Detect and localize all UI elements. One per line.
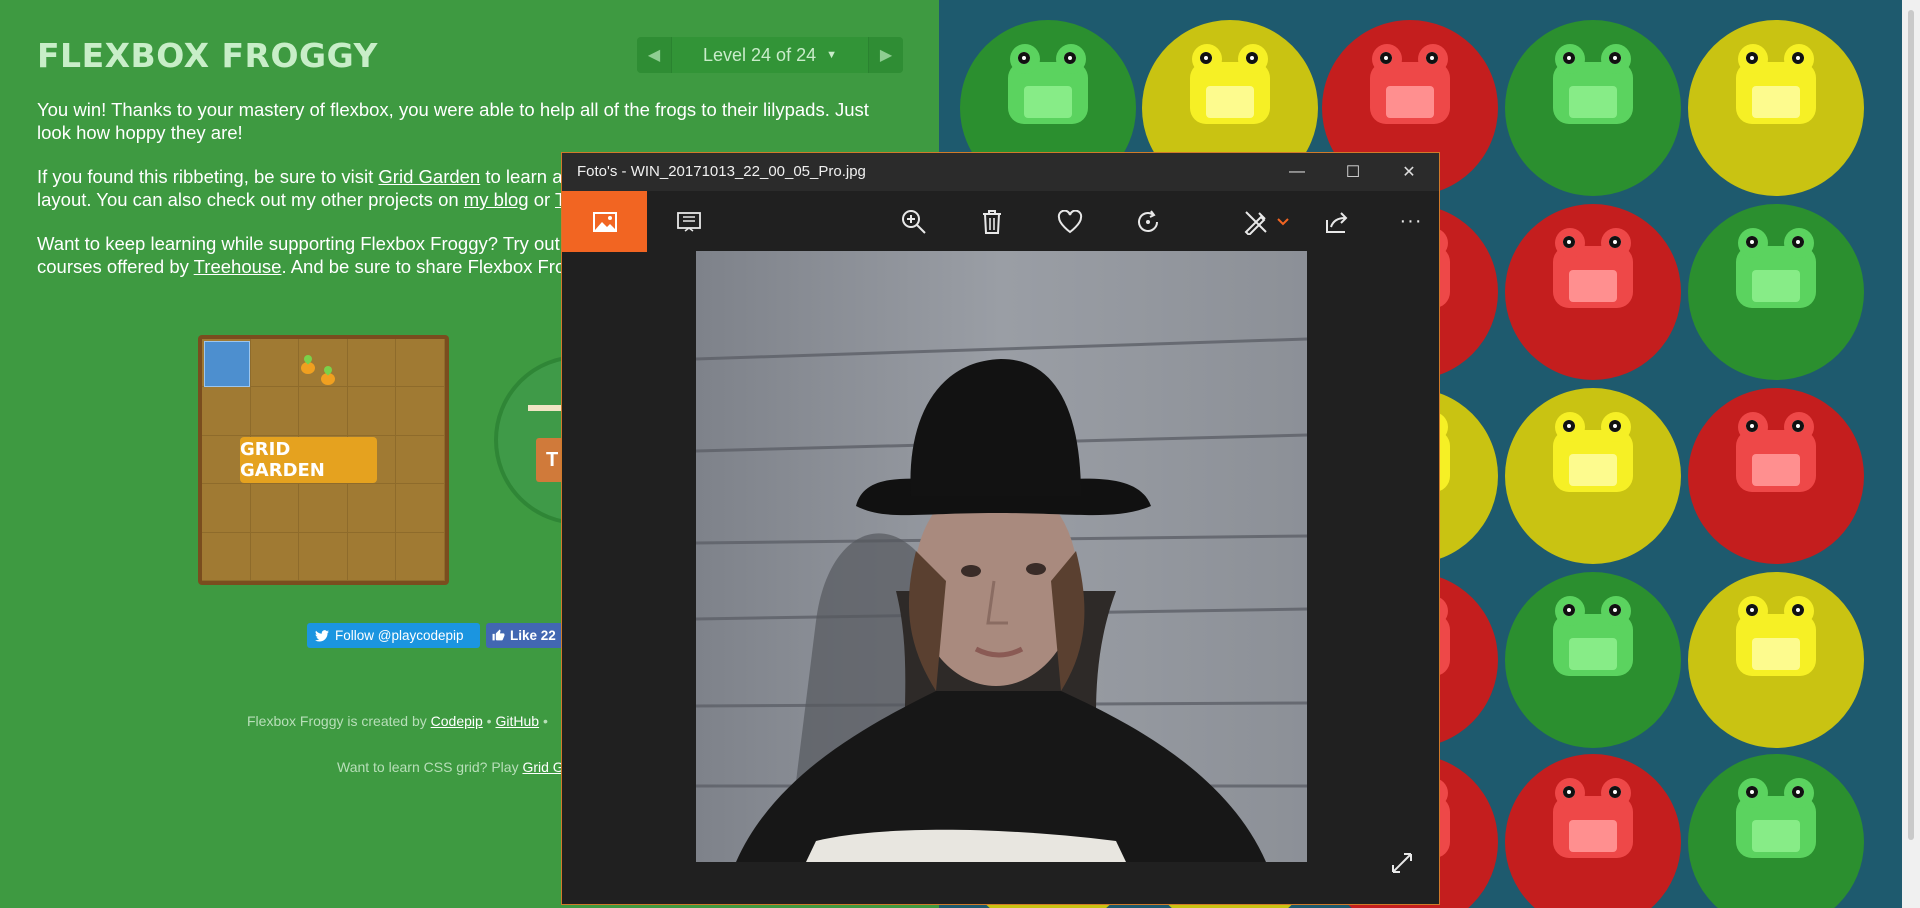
- slideshow-button[interactable]: [659, 191, 719, 252]
- footer-text: Flexbox Froggy is created by: [247, 713, 431, 729]
- favorite-button[interactable]: [1040, 191, 1100, 252]
- level-caret-icon: ▼: [826, 49, 837, 61]
- frog-icon: [1362, 44, 1458, 130]
- level-label: Level 24 of 24: [703, 44, 817, 65]
- thumbs-up-icon: [492, 629, 505, 641]
- photo-illustration: [696, 251, 1307, 862]
- support-text: . And be sure to share Flexbox Frogg: [281, 256, 586, 277]
- promo-text: or: [528, 189, 555, 210]
- trash-icon: [983, 209, 1001, 234]
- carrot-icon: [301, 362, 315, 374]
- carrot-icon: [321, 373, 335, 385]
- zoom-in-icon: [902, 209, 926, 234]
- chevron-down-icon: [1277, 217, 1289, 225]
- frog-icon: [1728, 412, 1824, 498]
- facebook-like-label: Like 22: [510, 628, 556, 643]
- promo-text: If you found this ribbeting, be sure to …: [37, 166, 379, 187]
- game-title: FLEXBOX FROGGY: [37, 36, 378, 75]
- frog-icon: [1000, 44, 1096, 130]
- delete-button[interactable]: [962, 191, 1022, 252]
- twitter-follow-button[interactable]: Follow @playcodepip: [307, 623, 480, 648]
- level-dropdown[interactable]: Level 24 of 24 ▼: [671, 37, 869, 73]
- slideshow-icon: [677, 211, 701, 232]
- water-tile: [204, 341, 250, 387]
- prev-level-button[interactable]: ◀: [637, 37, 671, 73]
- expand-icon: [1392, 853, 1412, 873]
- window-titlebar[interactable]: Foto's - WIN_20171013_22_00_05_Pro.jpg —…: [562, 153, 1439, 191]
- share-button[interactable]: [1307, 191, 1367, 252]
- frog-icon: [1545, 412, 1641, 498]
- footer-separator: •: [482, 713, 496, 729]
- share-icon: [1326, 211, 1348, 233]
- grid-garden-link[interactable]: Grid Garden: [378, 166, 480, 187]
- support-text: Want to keep learning while supporting F…: [37, 233, 571, 254]
- footer-separator: •: [539, 713, 548, 729]
- footer-credits: Flexbox Froggy is created by Codepip • G…: [247, 713, 548, 729]
- more-options-button[interactable]: ···: [1381, 191, 1441, 252]
- grid-garden-footer-link[interactable]: Grid G: [522, 759, 563, 775]
- photo-image[interactable]: [696, 251, 1307, 862]
- next-level-button[interactable]: ▶: [869, 37, 903, 73]
- support-text: courses offered by: [37, 256, 194, 277]
- twitter-bird-icon: [315, 629, 329, 642]
- grid-garden-button[interactable]: GRID GARDEN: [240, 437, 377, 483]
- blog-link[interactable]: my blog: [464, 189, 529, 210]
- edit-create-icon: [1244, 210, 1267, 235]
- minimize-button[interactable]: —: [1269, 153, 1325, 191]
- grid-garden-board[interactable]: GRID GARDEN: [198, 335, 449, 585]
- heart-icon: [1057, 209, 1083, 233]
- frog-icon: [1182, 44, 1278, 130]
- image-icon: [592, 211, 617, 232]
- facebook-like-button[interactable]: Like 22: [486, 623, 566, 648]
- rotate-button[interactable]: [1118, 191, 1178, 252]
- frog-icon: [1728, 778, 1824, 864]
- frog-icon: [1545, 44, 1641, 130]
- github-link[interactable]: GitHub: [495, 713, 539, 729]
- promo-text: to learn ab: [480, 166, 573, 187]
- frog-icon: [1728, 228, 1824, 314]
- footer-text: Want to learn CSS grid? Play: [337, 759, 523, 775]
- frog-icon: [1728, 44, 1824, 130]
- garden-grid: GRID GARDEN: [202, 339, 445, 581]
- scrollbar-thumb[interactable]: [1908, 10, 1914, 840]
- frog-icon: [1545, 596, 1641, 682]
- maximize-button[interactable]: ☐: [1325, 153, 1381, 191]
- frog-icon: [1728, 596, 1824, 682]
- codepip-link[interactable]: Codepip: [431, 713, 483, 729]
- rotate-icon: [1138, 209, 1158, 232]
- frog-icon: [1545, 228, 1641, 314]
- treehouse-link[interactable]: Treehouse: [194, 256, 282, 277]
- footer-grid-promo: Want to learn CSS grid? Play Grid G: [337, 759, 564, 775]
- twitter-follow-label: Follow @playcodepip: [335, 628, 464, 643]
- level-navigator: ◀ Level 24 of 24 ▼ ▶: [637, 37, 903, 73]
- window-title: Foto's - WIN_20171013_22_00_05_Pro.jpg: [577, 163, 866, 180]
- photos-window[interactable]: Foto's - WIN_20171013_22_00_05_Pro.jpg —…: [561, 152, 1440, 905]
- zoom-button[interactable]: [884, 191, 944, 252]
- win-message: You win! Thanks to your mastery of flexb…: [37, 99, 869, 143]
- page-scrollbar[interactable]: [1902, 0, 1920, 908]
- view-collection-button[interactable]: [562, 191, 647, 252]
- promo-text: layout. You can also check out my other …: [37, 189, 464, 210]
- close-button[interactable]: ✕: [1381, 153, 1437, 191]
- photos-toolbar: ···: [562, 191, 1439, 252]
- edit-create-button[interactable]: [1229, 191, 1303, 252]
- frog-icon: [1545, 778, 1641, 864]
- fullscreen-button[interactable]: [1382, 843, 1422, 883]
